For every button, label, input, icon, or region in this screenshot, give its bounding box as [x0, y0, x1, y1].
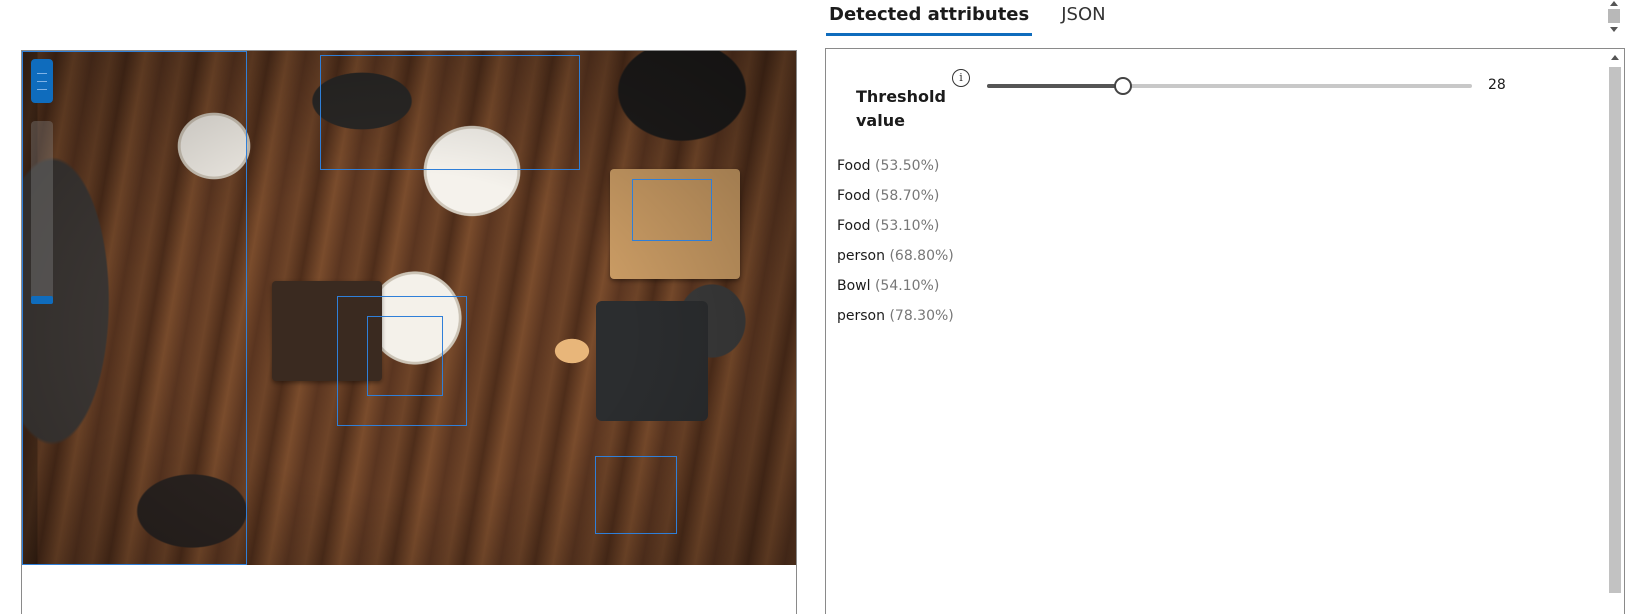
- attribute-confidence: (53.10%): [875, 218, 940, 234]
- page-scrollbar[interactable]: [1606, 0, 1622, 38]
- scrollbar-thumb[interactable]: [1609, 67, 1621, 593]
- list-item[interactable]: person (78.30%): [837, 307, 954, 337]
- tab-json[interactable]: JSON: [1058, 0, 1108, 36]
- bbox-food[interactable]: [367, 316, 443, 396]
- attribute-confidence: (58.70%): [875, 188, 940, 204]
- result-tabs: Detected attributes JSON: [826, 0, 1135, 38]
- page: Detected attributes JSON Threshold value…: [0, 0, 1637, 614]
- zoom-buttons[interactable]: [31, 59, 53, 103]
- zoom-slider-thumb[interactable]: [31, 296, 53, 304]
- attribute-confidence: (78.30%): [889, 308, 954, 324]
- attribute-name: person: [837, 308, 885, 324]
- panel-scrollbar[interactable]: [1608, 51, 1622, 614]
- attribute-name: Food: [837, 158, 871, 174]
- image-viewer: [21, 50, 797, 614]
- attributes-panel: Threshold value i 28 Food (53.50%) Food …: [825, 48, 1625, 614]
- attribute-confidence: (53.50%): [875, 158, 940, 174]
- attribute-name: Food: [837, 218, 871, 234]
- attribute-name: Bowl: [837, 278, 871, 294]
- slider-thumb[interactable]: [1113, 77, 1132, 95]
- threshold-slider[interactable]: [987, 77, 1472, 95]
- attribute-confidence: (68.80%): [889, 248, 954, 264]
- list-item[interactable]: Food (58.70%): [837, 187, 954, 217]
- slider-fill: [987, 84, 1123, 88]
- bbox-person[interactable]: [320, 55, 580, 170]
- tab-detected-attributes[interactable]: Detected attributes: [826, 0, 1033, 36]
- scroll-up-icon[interactable]: [1610, 1, 1618, 6]
- scroll-down-icon[interactable]: [1610, 27, 1618, 32]
- attribute-name: Food: [837, 188, 871, 204]
- list-item[interactable]: Food (53.50%): [837, 157, 954, 187]
- threshold-value: 28: [1488, 77, 1506, 93]
- attribute-confidence: (54.10%): [874, 278, 940, 294]
- scrollbar-thumb[interactable]: [1608, 9, 1620, 23]
- attribute-list: Food (53.50%) Food (58.70%) Food (53.10%…: [837, 157, 954, 337]
- scroll-up-icon[interactable]: [1611, 55, 1619, 60]
- analyzed-photo: [22, 51, 796, 565]
- info-icon[interactable]: i: [952, 69, 970, 87]
- list-item[interactable]: Bowl (54.10%): [837, 277, 954, 307]
- attribute-name: person: [837, 248, 885, 264]
- zoom-slider-track[interactable]: [31, 121, 53, 301]
- bbox-person[interactable]: [22, 51, 247, 565]
- list-item[interactable]: Food (53.10%): [837, 217, 954, 247]
- bbox-food[interactable]: [595, 456, 677, 534]
- list-item[interactable]: person (68.80%): [837, 247, 954, 277]
- bbox-food[interactable]: [632, 179, 712, 241]
- threshold-label: Threshold value: [856, 87, 946, 130]
